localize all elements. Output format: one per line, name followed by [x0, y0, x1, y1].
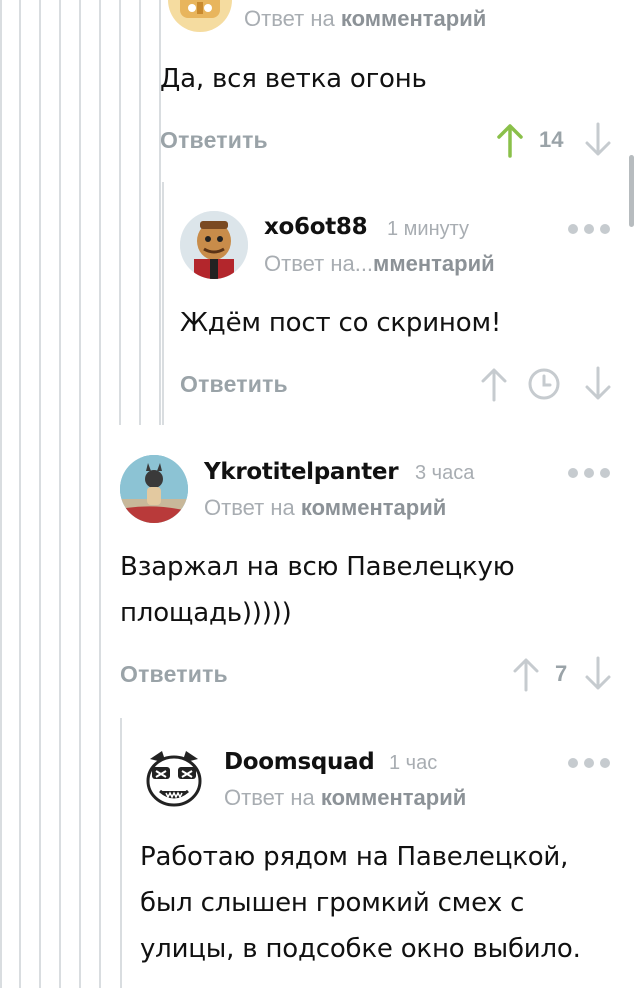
- reply-target-link[interactable]: комментарий: [341, 6, 486, 31]
- thread-line: [119, 0, 121, 425]
- more-options-icon[interactable]: [568, 224, 610, 234]
- scrollbar[interactable]: [629, 155, 634, 227]
- upvote-arrow-icon[interactable]: [495, 122, 525, 158]
- avatar[interactable]: [168, 0, 232, 32]
- reply-button[interactable]: Ответить: [160, 127, 268, 154]
- avatar[interactable]: [120, 455, 188, 523]
- rating-count: 14: [539, 127, 564, 152]
- thread-line: [19, 0, 21, 988]
- timestamp: 1 минуту: [387, 218, 470, 240]
- avatar-image: [120, 455, 188, 523]
- comment-text-line: Взаржал на всю Павелецкую: [120, 552, 515, 582]
- username[interactable]: Ykrotitelpanter: [204, 459, 399, 485]
- upvote-arrow-icon[interactable]: [511, 656, 541, 692]
- reply-to-label[interactable]: Ответ на комментарий: [204, 495, 446, 521]
- thread-line: [162, 182, 164, 425]
- username[interactable]: Doomsquad: [224, 749, 375, 775]
- comment-text-line: был слышен громкий смех с: [140, 888, 525, 918]
- thread-line: [0, 0, 2, 988]
- downvote-arrow-icon[interactable]: [583, 656, 613, 692]
- username[interactable]: xo6ot88: [264, 214, 368, 240]
- reply-button[interactable]: Ответить: [180, 371, 288, 398]
- comment-text-line: Работаю рядом на Павелецкой,: [140, 842, 569, 872]
- thread-line: [99, 0, 101, 988]
- avatar-image: [180, 211, 248, 279]
- reply-to-label[interactable]: Ответ на комментарий: [224, 785, 466, 811]
- avatar[interactable]: [140, 745, 208, 813]
- downvote-arrow-icon[interactable]: [583, 122, 613, 158]
- more-options-icon[interactable]: [568, 758, 610, 768]
- comment-text: Ждём пост со скрином!: [180, 308, 502, 338]
- thread-line: [59, 0, 61, 988]
- comment-text-line: улицы, в подсобке окно выбило.: [140, 934, 581, 964]
- avatar-image: [180, 0, 220, 18]
- reply-target-link[interactable]: комментарий: [301, 495, 446, 520]
- avatar[interactable]: [180, 211, 248, 279]
- avatar-image: [146, 751, 202, 807]
- reply-to-label[interactable]: Ответ на комментарий: [244, 6, 486, 32]
- rating-count: 7: [555, 661, 568, 686]
- comment-text-line: площадь))))): [120, 598, 292, 628]
- reply-to-label[interactable]: Ответ на...мментарий: [264, 251, 495, 277]
- thread-line: [79, 0, 81, 988]
- thread-line: [120, 718, 122, 988]
- more-options-icon[interactable]: [568, 468, 610, 478]
- reply-button[interactable]: Ответить: [120, 661, 228, 688]
- thread-line: [139, 0, 141, 425]
- reply-target-link[interactable]: мментарий: [373, 251, 495, 276]
- downvote-arrow-icon[interactable]: [583, 366, 613, 402]
- thread-line: [39, 0, 41, 988]
- upvote-arrow-icon[interactable]: [479, 366, 509, 402]
- comment-text: Да, вся ветка огонь: [160, 64, 427, 94]
- clock-icon: [528, 368, 560, 400]
- reply-target-link[interactable]: комментарий: [321, 785, 466, 810]
- timestamp: 1 час: [389, 752, 438, 774]
- timestamp: 3 часа: [415, 462, 475, 484]
